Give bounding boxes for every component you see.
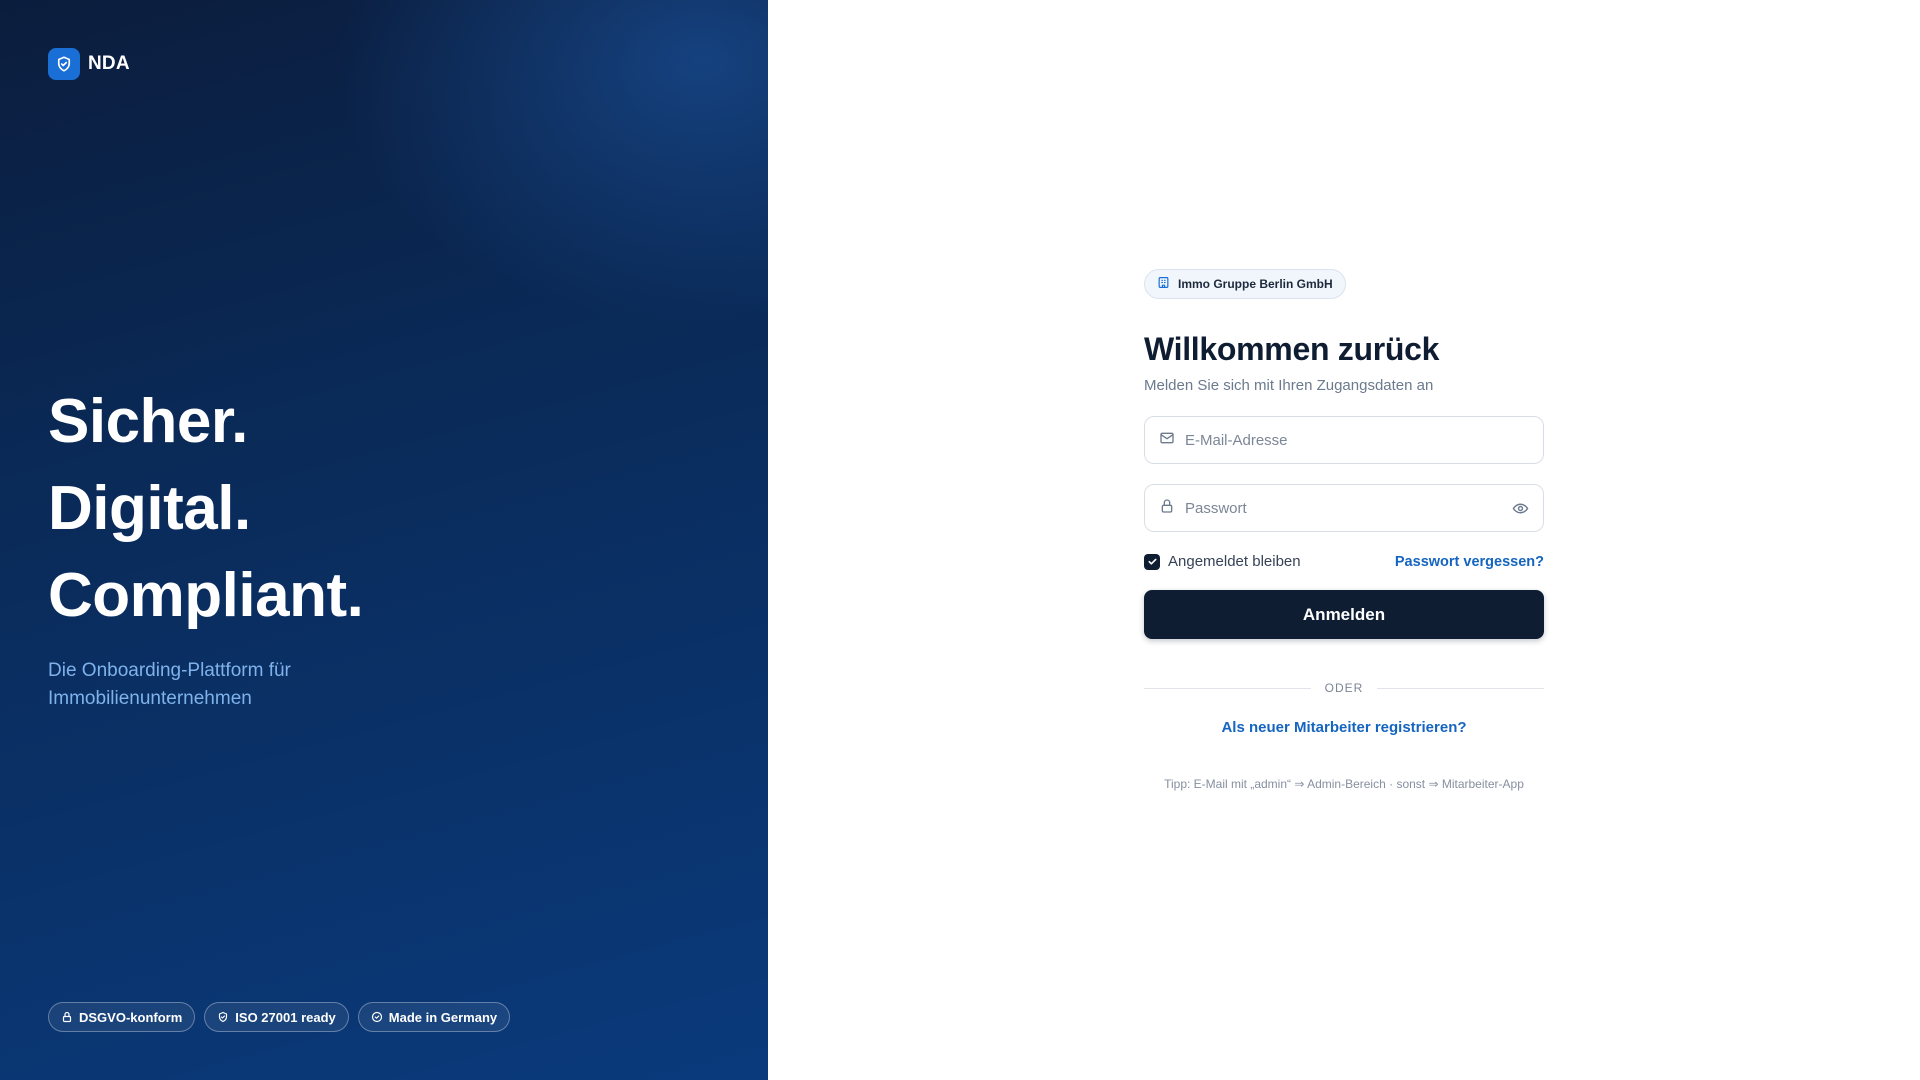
building-icon bbox=[1157, 276, 1170, 292]
forgot-password-link[interactable]: Passwort vergessen? bbox=[1395, 554, 1544, 570]
shield-icon bbox=[217, 1011, 229, 1023]
badge-label: Made in Germany bbox=[388, 1009, 498, 1025]
login-button[interactable]: Anmelden bbox=[1144, 590, 1544, 639]
trust-badges: DSGVO-konform ISO 27001 ready Made in Ge… bbox=[48, 1002, 511, 1032]
brand-panel: NDA Sicher. Digital. Compliant. Die Onbo… bbox=[0, 0, 768, 1080]
email-input[interactable] bbox=[1185, 431, 1529, 449]
check-circle-icon bbox=[371, 1011, 383, 1023]
badge-made-in-germany: Made in Germany bbox=[357, 1002, 511, 1032]
shield-check-icon bbox=[48, 48, 80, 80]
badge-label: ISO 27001 ready bbox=[235, 1009, 336, 1025]
remember-me-label: Angemeldet bleiben bbox=[1168, 553, 1301, 570]
hero-headline-3: Compliant. bbox=[48, 561, 364, 630]
password-field[interactable] bbox=[1144, 484, 1544, 532]
organization-name: Immo Gruppe Berlin GmbH bbox=[1178, 277, 1333, 291]
register-link[interactable]: Als neuer Mitarbeiter registrieren? bbox=[1221, 719, 1466, 736]
email-field[interactable] bbox=[1144, 416, 1544, 464]
register-row: Als neuer Mitarbeiter registrieren? bbox=[1144, 719, 1544, 737]
lock-icon bbox=[61, 1011, 73, 1023]
badge-iso: ISO 27001 ready bbox=[204, 1002, 349, 1032]
divider-line bbox=[1377, 687, 1545, 689]
page-title: Willkommen zurück bbox=[1144, 331, 1440, 367]
divider-line bbox=[1144, 687, 1311, 689]
hero: Sicher. Digital. Compliant. Die Onboardi… bbox=[48, 378, 378, 713]
lock-icon bbox=[1159, 498, 1175, 519]
eye-icon[interactable] bbox=[1512, 500, 1529, 522]
hero-headline-2: Digital. bbox=[48, 474, 251, 543]
mail-icon bbox=[1159, 430, 1175, 451]
remember-me-checkbox[interactable] bbox=[1144, 553, 1160, 570]
options-row: Angemeldet bleiben Passwort vergessen? bbox=[1144, 553, 1544, 570]
remember-me[interactable]: Angemeldet bleiben bbox=[1144, 553, 1301, 570]
login-form: Immo Gruppe Berlin GmbH Willkommen zurüc… bbox=[1144, 269, 1545, 791]
hero-subtitle: Die Onboarding-Plattform für Immobilienu… bbox=[48, 660, 291, 709]
organization-badge: Immo Gruppe Berlin GmbH bbox=[1144, 269, 1346, 299]
divider-label: ODER bbox=[1324, 681, 1364, 695]
login-tip: Tipp: E-Mail mit „admin“ ⇒ Admin-Bereich… bbox=[1164, 777, 1524, 791]
badge-label: DSGVO-konform bbox=[79, 1009, 183, 1025]
or-divider: ODER bbox=[1144, 681, 1545, 695]
login-panel: Immo Gruppe Berlin GmbH Willkommen zurüc… bbox=[768, 0, 1920, 1080]
badge-dsgvo: DSGVO-konform bbox=[48, 1002, 196, 1032]
brand: NDA bbox=[48, 48, 130, 80]
hero-headline-1: Sicher. bbox=[48, 387, 248, 456]
brand-name: NDA bbox=[88, 53, 130, 74]
password-input[interactable] bbox=[1185, 499, 1529, 517]
page-subtitle: Melden Sie sich mit Ihren Zugangsdaten a… bbox=[1144, 377, 1434, 394]
